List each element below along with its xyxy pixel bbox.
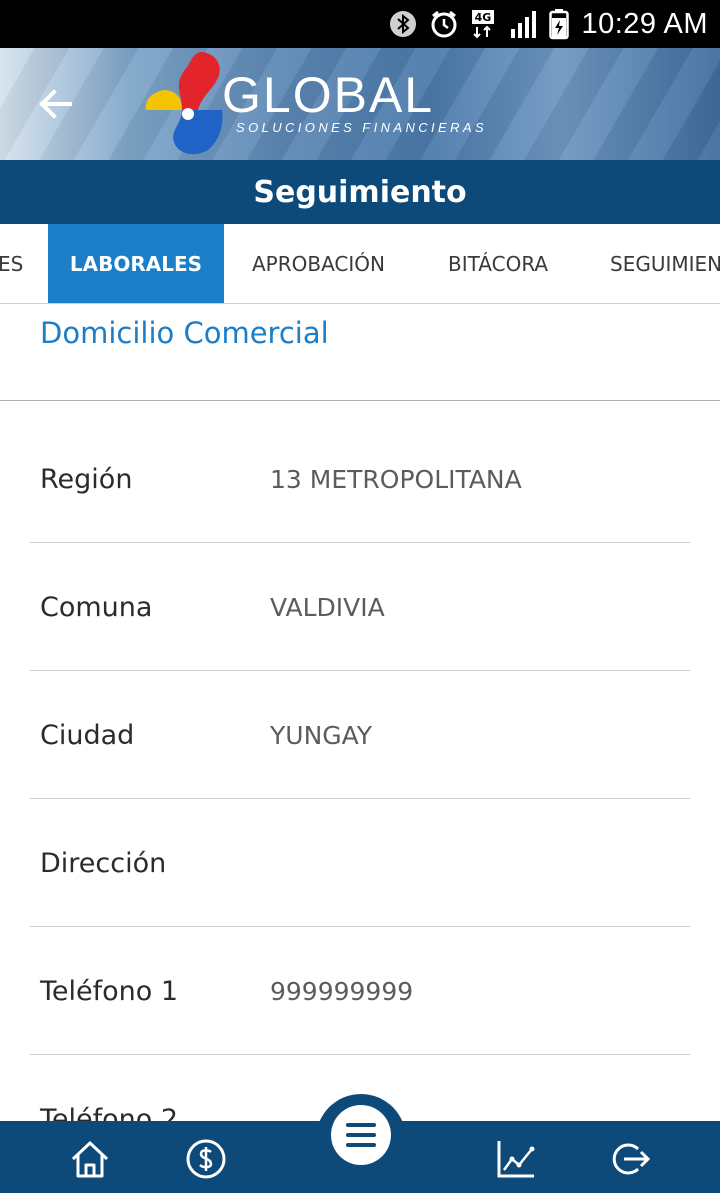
field-value: VALDIVIA bbox=[270, 592, 385, 622]
chart-icon bbox=[497, 1141, 535, 1178]
menu-icon bbox=[346, 1123, 376, 1147]
field-label: Dirección bbox=[40, 847, 167, 879]
home-icon bbox=[71, 1141, 109, 1178]
reports-button[interactable] bbox=[492, 1135, 540, 1183]
logout-button[interactable] bbox=[606, 1135, 654, 1183]
arrow-left-icon bbox=[39, 89, 72, 119]
home-button[interactable] bbox=[66, 1135, 114, 1183]
back-button[interactable] bbox=[34, 86, 78, 122]
network-4g-icon: 4G bbox=[471, 9, 497, 39]
section-divider bbox=[0, 400, 720, 401]
field-row-ciudad: Ciudad YUNGAY bbox=[30, 671, 690, 799]
field-row-telefono-1: Teléfono 1 999999999 bbox=[30, 927, 690, 1055]
logo-name: GLOBAL bbox=[222, 67, 435, 123]
tab-previous[interactable]: ES bbox=[0, 224, 23, 303]
battery-charging-icon bbox=[549, 8, 570, 40]
field-value: 999999999 bbox=[270, 976, 414, 1006]
field-row-direccion: Dirección bbox=[30, 799, 690, 927]
field-label: Comuna bbox=[40, 591, 153, 623]
global-logo: GLOBAL SOLUCIONES FINANCIERAS bbox=[142, 50, 492, 158]
signal-icon bbox=[509, 9, 537, 39]
status-icons: 4G 10:29 AM bbox=[389, 6, 708, 42]
tab-bitacora[interactable]: BITÁCORA bbox=[448, 224, 548, 303]
page-title: Seguimiento bbox=[253, 174, 467, 210]
status-time: 10:29 AM bbox=[581, 7, 708, 40]
menu-button[interactable] bbox=[331, 1105, 391, 1165]
field-label: Región bbox=[40, 463, 133, 495]
logout-icon bbox=[612, 1143, 651, 1175]
bluetooth-icon bbox=[389, 10, 417, 38]
tab-aprobacion[interactable]: APROBACIÓN bbox=[252, 224, 385, 303]
alarm-icon bbox=[429, 9, 459, 39]
app-header: GLOBAL SOLUCIONES FINANCIERAS bbox=[0, 48, 720, 160]
network-label: 4G bbox=[475, 11, 492, 24]
logo-tagline: SOLUCIONES FINANCIERAS bbox=[236, 120, 488, 135]
field-row-region: Región 13 METROPOLITANA bbox=[30, 415, 690, 543]
field-value: 13 METROPOLITANA bbox=[270, 464, 522, 494]
tab-bar: ES LABORALES APROBACIÓN BITÁCORA SEGUIMI… bbox=[0, 224, 720, 304]
field-label: Ciudad bbox=[40, 719, 135, 751]
payments-button[interactable] bbox=[182, 1135, 230, 1183]
field-value: YUNGAY bbox=[270, 720, 373, 750]
field-row-comuna: Comuna VALDIVIA bbox=[30, 543, 690, 671]
section-title: Domicilio Comercial bbox=[40, 316, 329, 350]
dollar-icon bbox=[186, 1139, 226, 1179]
logo-mark-icon bbox=[145, 52, 223, 155]
title-bar: Seguimiento bbox=[0, 160, 720, 224]
tab-seguimiento[interactable]: SEGUIMIEN bbox=[610, 224, 720, 303]
status-bar: 4G 10:29 AM bbox=[0, 0, 720, 48]
field-label: Teléfono 1 bbox=[40, 975, 179, 1007]
tab-laborales[interactable]: LABORALES bbox=[48, 224, 224, 303]
